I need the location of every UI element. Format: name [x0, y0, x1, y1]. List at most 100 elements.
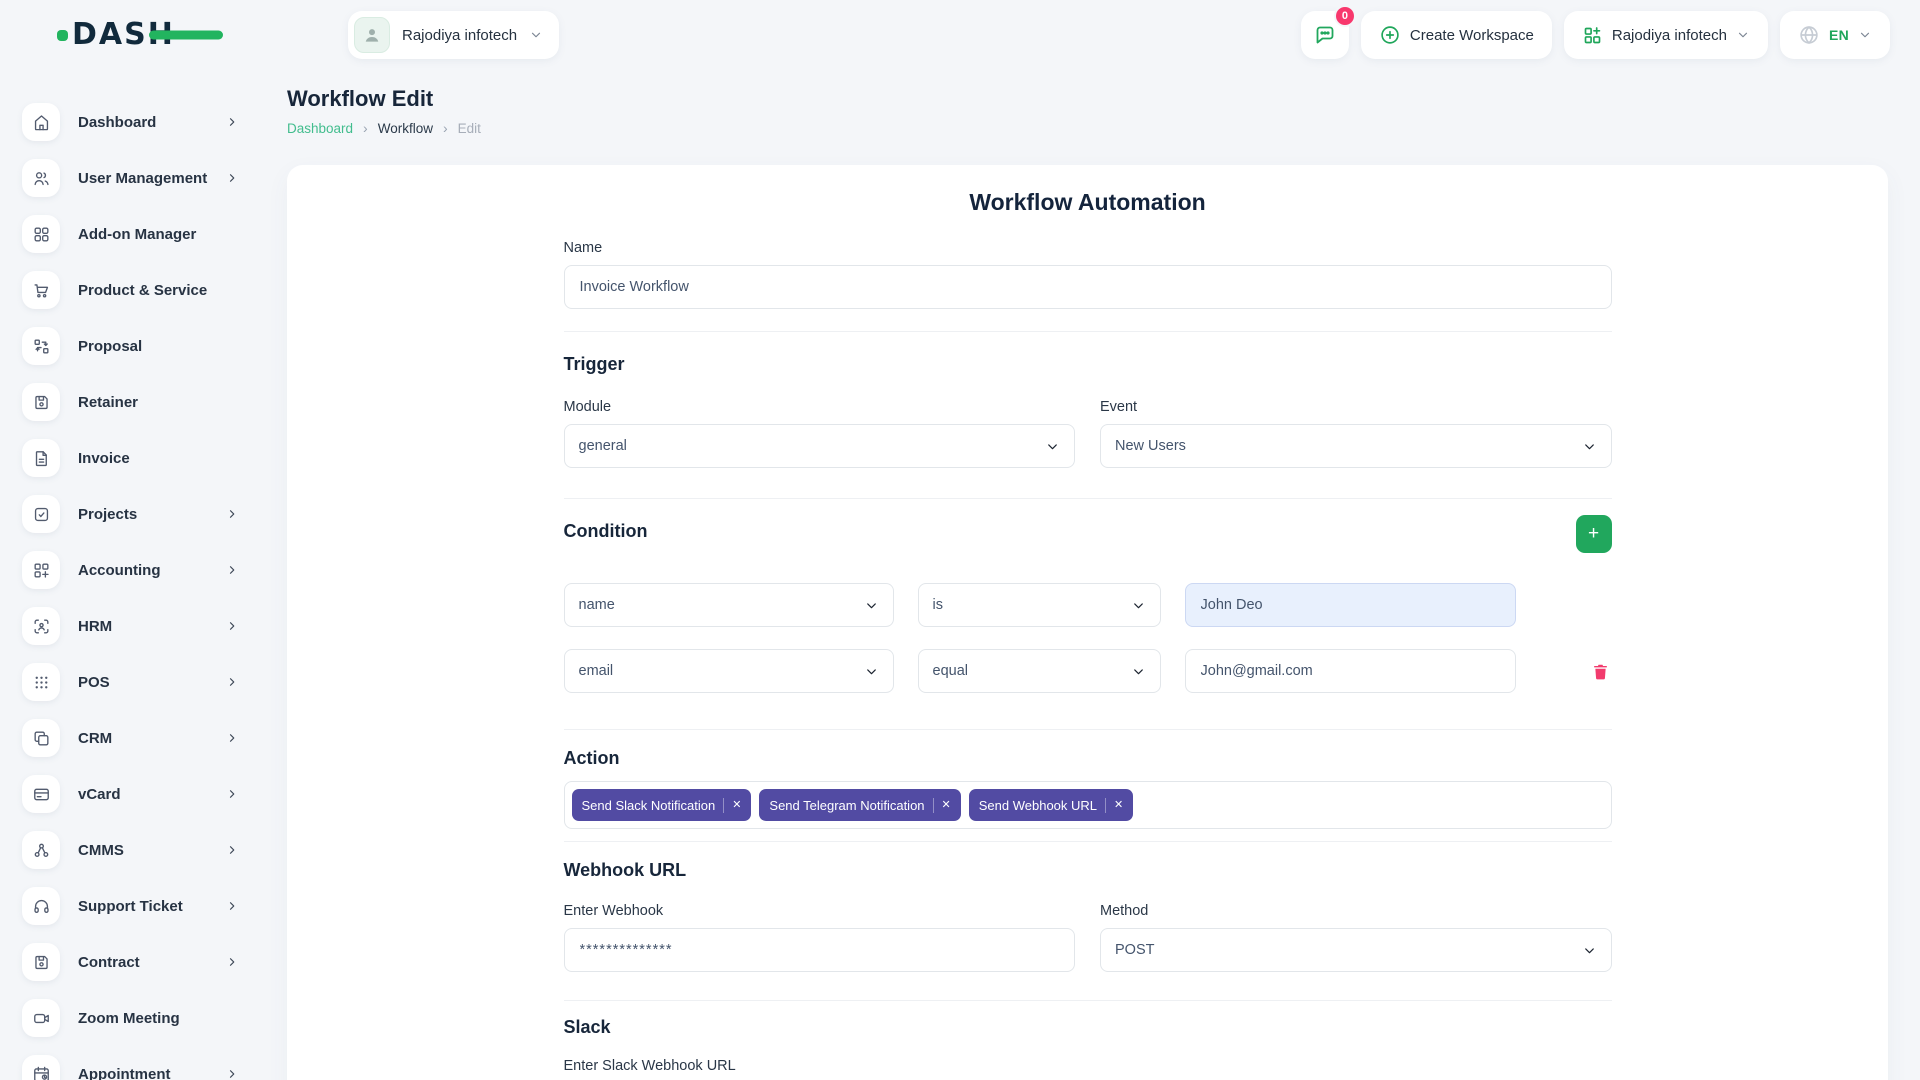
video-camera-icon — [22, 999, 60, 1037]
divider — [564, 331, 1612, 332]
headset-icon — [22, 887, 60, 925]
remove-tag-button[interactable]: ✕ — [1114, 800, 1123, 811]
chevron-down-icon — [864, 598, 879, 613]
method-select[interactable]: POST — [1100, 928, 1612, 972]
logo[interactable]: DASH — [0, 20, 280, 50]
check-square-icon — [22, 495, 60, 533]
sidebar-item-product-service[interactable]: Product & Service — [22, 262, 280, 318]
grid-plus-icon — [1582, 25, 1603, 46]
cart-icon — [22, 271, 60, 309]
account-menu-button[interactable]: Rajodiya infotech — [1564, 11, 1768, 59]
sidebar-item-accounting[interactable]: Accounting — [22, 542, 280, 598]
chevron-down-icon — [1131, 598, 1146, 613]
copy-icon — [22, 719, 60, 757]
condition-operator-select[interactable]: equal — [918, 649, 1161, 693]
action-tag: Send Webhook URL ✕ — [969, 789, 1134, 821]
module-select[interactable]: general — [564, 424, 1076, 468]
language-selector[interactable]: EN — [1780, 11, 1890, 59]
create-workspace-label: Create Workspace — [1410, 27, 1534, 44]
enter-webhook-label: Enter Webhook — [564, 903, 1076, 919]
condition-value-input[interactable] — [1185, 583, 1516, 627]
chevron-right-icon — [226, 844, 238, 856]
breadcrumb-edit: Edit — [458, 121, 481, 136]
sidebar-item-retainer[interactable]: Retainer — [22, 374, 280, 430]
calendar-clock-icon — [22, 1055, 60, 1080]
name-label: Name — [564, 240, 1612, 256]
name-input[interactable] — [564, 265, 1612, 309]
chevron-down-icon — [864, 664, 879, 679]
module-label: Module — [564, 399, 1076, 415]
sidebar-item-dashboard[interactable]: Dashboard — [22, 94, 280, 150]
save-icon — [22, 943, 60, 981]
grid-icon — [22, 215, 60, 253]
chevron-right-icon — [226, 732, 238, 744]
chevron-right-icon — [226, 788, 238, 800]
sidebar-item-appointment[interactable]: Appointment — [22, 1046, 280, 1080]
action-multiselect[interactable]: Send Slack Notification ✕ Send Telegram … — [564, 781, 1612, 829]
sidebar-item-hrm[interactable]: HRM — [22, 598, 280, 654]
condition-heading: Condition — [564, 521, 648, 542]
slack-heading: Slack — [564, 1017, 1612, 1038]
trash-icon — [1591, 662, 1610, 681]
workflow-card: Workflow Automation Name Trigger Module … — [287, 165, 1888, 1080]
add-condition-button[interactable]: + — [1576, 515, 1612, 553]
sidebar-item-projects[interactable]: Projects — [22, 486, 280, 542]
logo-dot-icon — [57, 30, 68, 41]
breadcrumb-separator: › — [363, 120, 368, 136]
condition-field-select[interactable]: email — [564, 649, 894, 693]
webhook-input[interactable] — [564, 928, 1076, 972]
user-scan-icon — [22, 607, 60, 645]
delete-condition-button[interactable] — [1591, 662, 1610, 681]
sidebar-item-proposal[interactable]: Proposal — [22, 318, 280, 374]
condition-operator-select[interactable]: is — [918, 583, 1161, 627]
create-workspace-button[interactable]: Create Workspace — [1361, 11, 1552, 59]
chevron-right-icon — [226, 676, 238, 688]
chevron-down-icon — [1736, 28, 1750, 42]
language-code: EN — [1829, 27, 1849, 43]
sidebar-item-support-ticket[interactable]: Support Ticket — [22, 878, 280, 934]
sidebar-item-cmms[interactable]: CMMS — [22, 822, 280, 878]
form-heading: Workflow Automation — [564, 189, 1612, 216]
sidebar-item-pos[interactable]: POS — [22, 654, 280, 710]
condition-row: email equal — [564, 649, 1612, 693]
remove-tag-button[interactable]: ✕ — [732, 800, 741, 811]
chevron-right-icon — [226, 1068, 238, 1080]
workspace-selector[interactable]: Rajodiya infotech — [348, 11, 559, 59]
chevron-right-icon — [226, 956, 238, 968]
plus-icon: + — [1588, 523, 1599, 545]
divider — [564, 729, 1612, 730]
account-name: Rajodiya infotech — [1612, 27, 1727, 44]
sidebar-item-addon-manager[interactable]: Add-on Manager — [22, 206, 280, 262]
breadcrumb-dashboard-link[interactable]: Dashboard — [287, 121, 353, 136]
action-heading: Action — [564, 748, 1612, 769]
event-select[interactable]: New Users — [1100, 424, 1612, 468]
chevron-down-icon — [1858, 28, 1872, 42]
users-icon — [22, 159, 60, 197]
webhook-heading: Webhook URL — [564, 860, 1612, 881]
save-icon — [22, 383, 60, 421]
sidebar-item-contract[interactable]: Contract — [22, 934, 280, 990]
messages-button[interactable]: 0 — [1301, 11, 1349, 59]
sidebar-item-invoice[interactable]: Invoice — [22, 430, 280, 486]
chevron-right-icon — [226, 900, 238, 912]
credit-card-icon — [22, 775, 60, 813]
plus-circle-icon — [1379, 24, 1401, 46]
action-tag: Send Telegram Notification ✕ — [759, 789, 960, 821]
chat-icon — [1313, 23, 1337, 47]
sidebar-item-user-management[interactable]: User Management — [22, 150, 280, 206]
breadcrumb-workflow[interactable]: Workflow — [378, 121, 433, 136]
home-icon — [22, 103, 60, 141]
sidebar-item-vcard[interactable]: vCard — [22, 766, 280, 822]
nodes-icon — [22, 831, 60, 869]
globe-icon — [1798, 24, 1820, 46]
document-icon — [22, 439, 60, 477]
remove-tag-button[interactable]: ✕ — [942, 800, 951, 811]
sidebar-item-zoom-meeting[interactable]: Zoom Meeting — [22, 990, 280, 1046]
breadcrumb-separator: › — [443, 120, 448, 136]
chevron-right-icon — [226, 564, 238, 576]
condition-value-input[interactable] — [1185, 649, 1516, 693]
grid-plus-icon — [22, 551, 60, 589]
sidebar-item-crm[interactable]: CRM — [22, 710, 280, 766]
condition-field-select[interactable]: name — [564, 583, 894, 627]
chevron-down-icon — [1582, 943, 1597, 958]
